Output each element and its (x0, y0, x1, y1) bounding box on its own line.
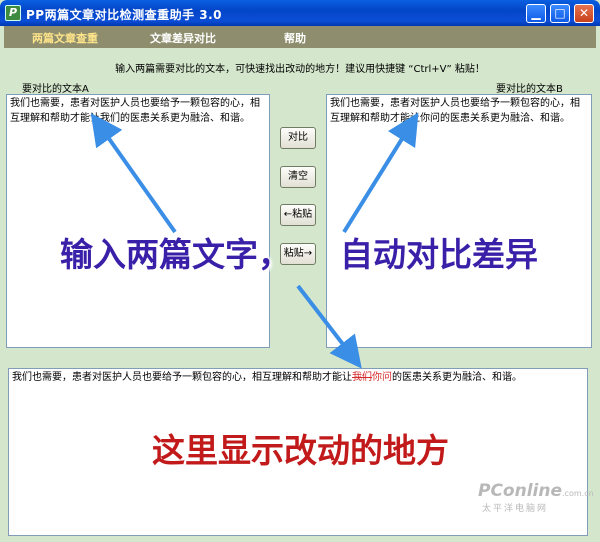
compare-button[interactable]: 对比 (280, 127, 316, 149)
menu-item-diff-compare[interactable]: 文章差异对比 (150, 30, 216, 46)
watermark-domain: .com.cn (562, 489, 594, 498)
menu-bar: 两篇文章查重 文章差异对比 帮助 (4, 26, 596, 48)
watermark-brand: PConline (478, 481, 563, 501)
close-button[interactable]: ✕ (574, 4, 594, 23)
app-icon: P (5, 5, 21, 21)
watermark-cn-name: 太平洋电脑网 (482, 504, 549, 514)
menu-item-help[interactable]: 帮助 (284, 30, 306, 46)
deleted-text: 我们 (352, 372, 372, 383)
pconline-watermark: PConline.com.cn 太平洋电脑网 (478, 481, 594, 514)
menu-item-duplicate-check[interactable]: 两篇文章查重 (32, 30, 98, 46)
caption-show-changes: 这里显示改动的地方 (152, 431, 449, 470)
caption-auto-compare: 自动对比差异 (340, 235, 538, 274)
minimize-button[interactable]: ▁ (526, 4, 546, 23)
text-a-input[interactable]: 我们也需要，患者对医护人员也要给予一颗包容的心，相互理解和帮助才能让我们的医患关… (6, 94, 270, 348)
maximize-button[interactable]: □ (550, 4, 570, 23)
clear-button[interactable]: 清空 (280, 166, 316, 188)
text-a-label: 要对比的文本A (22, 84, 89, 95)
result-text-before: 我们也需要，患者对医护人员也要给予一颗包容的心，相互理解和帮助才能让 (12, 372, 352, 383)
title-bar: P PP两篇文章对比检测查重助手 3.0 ▁ □ ✕ (0, 0, 600, 26)
paste-left-button[interactable]: ←粘贴 (280, 204, 316, 226)
caption-input-two-texts: 输入两篇文字， (60, 235, 291, 274)
result-text-after: 的医患关系更为融洽、和谐。 (392, 372, 522, 383)
window-title: PP两篇文章对比检测查重助手 3.0 (26, 8, 223, 22)
text-b-input[interactable]: 我们也需要，患者对医护人员也要给予一颗包容的心，相互理解和帮助才能让你问的医患关… (326, 94, 592, 348)
inserted-text: 你问 (372, 372, 392, 383)
instruction-hint: 输入两篇需要对比的文本，可快速找出改动的地方！建议用快捷键 “Ctrl+V” 粘… (115, 64, 485, 75)
text-b-label: 要对比的文本B (496, 84, 563, 95)
